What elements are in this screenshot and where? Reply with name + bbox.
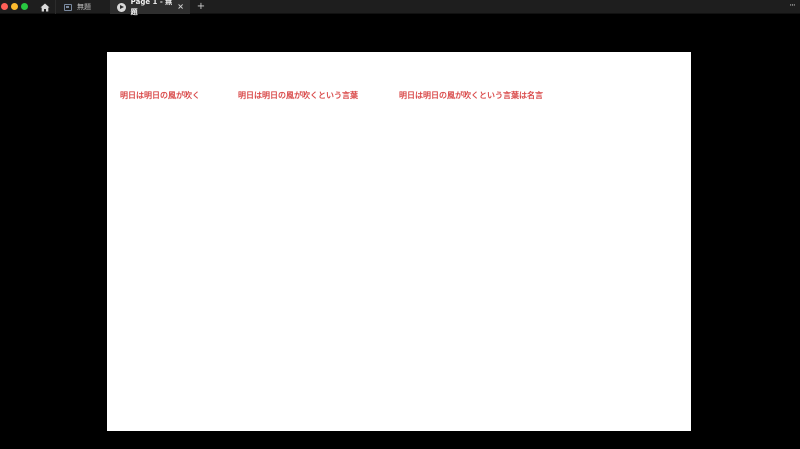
page-canvas[interactable]: 明日は明日の風が吹く 明日は明日の風が吹くという言葉 明日は明日の風が吹くという… bbox=[107, 52, 691, 431]
window-close-button[interactable] bbox=[1, 3, 8, 10]
window-minimize-button[interactable] bbox=[11, 3, 18, 10]
canvas-text-1[interactable]: 明日は明日の風が吹く bbox=[120, 90, 200, 101]
canvas-text-3[interactable]: 明日は明日の風が吹くという言葉は名言 bbox=[399, 90, 543, 101]
tab-page-label: Page 1 - 無題 bbox=[130, 0, 173, 16]
tab-page-1[interactable]: Page 1 - 無題 × bbox=[110, 0, 190, 16]
canvas-text-2[interactable]: 明日は明日の風が吹くという言葉 bbox=[238, 90, 358, 101]
title-bar: 無題 Page 1 - 無題 × + ··· bbox=[0, 0, 800, 16]
file-icon bbox=[64, 3, 72, 11]
tab-file-label: 無題 bbox=[77, 3, 91, 11]
more-options-button[interactable]: ··· bbox=[786, 0, 798, 14]
tab-file[interactable]: 無題 bbox=[58, 0, 108, 14]
play-icon bbox=[117, 2, 126, 12]
home-icon bbox=[40, 3, 49, 11]
home-button[interactable] bbox=[34, 0, 56, 14]
tab-close-button[interactable]: × bbox=[177, 3, 184, 11]
window-maximize-button[interactable] bbox=[21, 3, 28, 10]
new-tab-button[interactable]: + bbox=[195, 0, 207, 14]
